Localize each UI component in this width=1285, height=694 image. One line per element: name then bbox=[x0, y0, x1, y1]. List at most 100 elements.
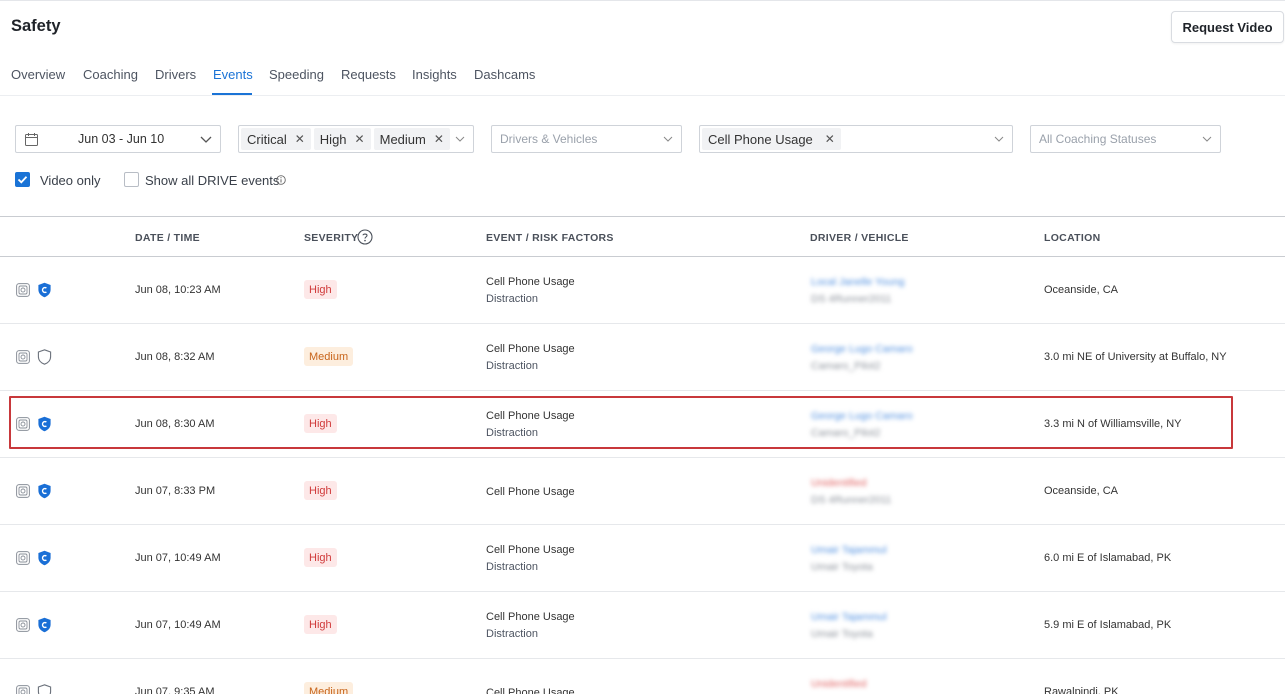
column-date-time[interactable]: DATE / TIME bbox=[135, 232, 200, 244]
severity-filter[interactable]: Critical ✕ High ✕ Medium ✕ bbox=[238, 125, 474, 153]
camera-icon[interactable] bbox=[16, 417, 30, 431]
severity-badge: High bbox=[304, 548, 337, 567]
table-row[interactable]: Jun 07, 9:35 AM Medium Cell Phone Usage Uni… bbox=[0, 659, 1285, 694]
show-drive-events-checkbox[interactable] bbox=[124, 172, 139, 187]
coached-shield-icon[interactable] bbox=[37, 483, 52, 499]
driver-name[interactable]: George Lugo Camaro bbox=[811, 410, 913, 422]
drivers-vehicles-placeholder: Drivers & Vehicles bbox=[500, 132, 598, 146]
coaching-status-filter[interactable]: All Coaching Statuses bbox=[1030, 125, 1221, 153]
remove-chip-icon[interactable]: ✕ bbox=[355, 132, 365, 146]
vehicle-name: DS 4Runner2011 bbox=[811, 293, 892, 305]
shield-outline-icon[interactable] bbox=[37, 349, 52, 365]
calendar-icon bbox=[25, 133, 38, 146]
video-only-checkbox[interactable] bbox=[15, 172, 30, 187]
date-range-picker[interactable]: Jun 03 - Jun 10 bbox=[15, 125, 221, 153]
event-location: Rawalpindi, PK bbox=[1044, 686, 1119, 694]
event-type: Cell Phone Usage bbox=[486, 611, 575, 623]
table-row[interactable]: Jun 08, 10:23 AM High Cell Phone Usage Dist… bbox=[0, 257, 1285, 324]
column-location: LOCATION bbox=[1044, 232, 1101, 244]
event-chip-cell-phone: Cell Phone Usage ✕ bbox=[702, 128, 841, 150]
video-only-label: Video only bbox=[40, 173, 101, 188]
risk-factor: Distraction bbox=[486, 628, 538, 640]
camera-icon[interactable] bbox=[16, 551, 30, 565]
shield-outline-icon[interactable] bbox=[37, 684, 52, 694]
event-location: 3.0 mi NE of University at Buffalo, NY bbox=[1044, 351, 1227, 363]
driver-name[interactable]: Unidentified bbox=[811, 678, 866, 690]
tab-dashcams[interactable]: Dashcams bbox=[474, 67, 535, 82]
event-location: 3.3 mi N of Williamsville, NY bbox=[1044, 418, 1182, 430]
chip-label: Cell Phone Usage bbox=[708, 131, 813, 147]
remove-chip-icon[interactable]: ✕ bbox=[434, 132, 444, 146]
tab-coaching[interactable]: Coaching bbox=[83, 67, 138, 82]
coached-shield-icon[interactable] bbox=[37, 550, 52, 566]
coached-shield-icon[interactable] bbox=[37, 416, 52, 432]
event-type-filter[interactable]: Cell Phone Usage ✕ bbox=[699, 125, 1013, 153]
driver-name[interactable]: Unidentified bbox=[811, 477, 866, 489]
event-type: Cell Phone Usage bbox=[486, 343, 575, 355]
driver-name[interactable]: Umair Tajammul bbox=[811, 611, 887, 623]
event-date-time: Jun 08, 8:30 AM bbox=[135, 418, 215, 430]
chevron-down-icon[interactable] bbox=[200, 133, 212, 145]
table-row[interactable]: Jun 07, 10:49 AM High Cell Phone Usage Dist… bbox=[0, 592, 1285, 659]
driver-name[interactable]: George Lugo Camaro bbox=[811, 343, 913, 355]
chevron-down-icon[interactable] bbox=[663, 134, 673, 144]
coached-shield-icon[interactable] bbox=[37, 617, 52, 633]
table-row[interactable]: Jun 07, 10:49 AM High Cell Phone Usage Dist… bbox=[0, 525, 1285, 592]
camera-icon[interactable] bbox=[16, 685, 30, 694]
severity-badge: High bbox=[304, 280, 337, 299]
chip-label: Critical bbox=[247, 131, 287, 147]
help-icon[interactable] bbox=[357, 229, 373, 245]
chip-label: High bbox=[319, 131, 347, 147]
event-location: Oceanside, CA bbox=[1044, 284, 1118, 296]
risk-factor: Distraction bbox=[486, 427, 538, 439]
column-event-risk: EVENT / RISK FACTORS bbox=[486, 232, 614, 244]
camera-icon[interactable] bbox=[16, 350, 30, 364]
tab-requests[interactable]: Requests bbox=[341, 67, 396, 82]
request-video-button[interactable]: Request Video bbox=[1171, 11, 1284, 43]
date-range-value: Jun 03 - Jun 10 bbox=[78, 132, 165, 146]
event-date-time: Jun 07, 10:49 AM bbox=[135, 552, 221, 564]
info-icon[interactable] bbox=[276, 175, 286, 185]
camera-icon[interactable] bbox=[16, 283, 30, 297]
column-severity[interactable]: SEVERITY bbox=[304, 232, 358, 244]
table-row[interactable]: Jun 08, 8:32 AM Medium Cell Phone Usage Dis… bbox=[0, 324, 1285, 391]
event-type: Cell Phone Usage bbox=[486, 486, 575, 498]
tab-events[interactable]: Events bbox=[213, 67, 253, 82]
risk-factor: Distraction bbox=[486, 293, 538, 305]
coached-shield-icon[interactable] bbox=[37, 282, 52, 298]
coaching-status-placeholder: All Coaching Statuses bbox=[1039, 132, 1157, 146]
severity-badge: High bbox=[304, 414, 337, 433]
camera-icon[interactable] bbox=[16, 618, 30, 632]
tab-insights[interactable]: Insights bbox=[412, 67, 457, 82]
page-title: Safety bbox=[11, 17, 61, 35]
driver-name[interactable]: Umair Tajammul bbox=[811, 544, 887, 556]
severity-chip-medium: Medium ✕ bbox=[373, 128, 450, 150]
chevron-down-icon[interactable] bbox=[455, 134, 465, 144]
active-tab-indicator bbox=[212, 93, 252, 95]
remove-chip-icon[interactable]: ✕ bbox=[825, 132, 835, 146]
chevron-down-icon[interactable] bbox=[1202, 134, 1212, 144]
event-type: Cell Phone Usage bbox=[486, 687, 575, 694]
table-header: DATE / TIME SEVERITY EVENT / RISK FACTOR… bbox=[0, 217, 1285, 257]
table-row[interactable]: Jun 08, 8:30 AM High Cell Phone Usage Distr… bbox=[0, 391, 1285, 458]
risk-factor: Distraction bbox=[486, 561, 538, 573]
vehicle-name: Camaro_Pilot2 bbox=[811, 427, 881, 439]
tab-drivers[interactable]: Drivers bbox=[155, 67, 196, 82]
event-date-time: Jun 08, 10:23 AM bbox=[135, 284, 221, 296]
chevron-down-icon[interactable] bbox=[994, 134, 1004, 144]
severity-chip-critical: Critical ✕ bbox=[241, 128, 311, 150]
severity-badge: High bbox=[304, 481, 337, 500]
event-location: Oceanside, CA bbox=[1044, 485, 1118, 497]
top-border bbox=[0, 0, 1285, 1]
table-row[interactable]: Jun 07, 8:33 PM High Cell Phone Usage Unide… bbox=[0, 458, 1285, 525]
remove-chip-icon[interactable]: ✕ bbox=[295, 132, 305, 146]
severity-badge: Medium bbox=[304, 682, 354, 694]
tab-overview[interactable]: Overview bbox=[11, 67, 65, 82]
camera-icon[interactable] bbox=[16, 484, 30, 498]
event-type: Cell Phone Usage bbox=[486, 544, 575, 556]
driver-name[interactable]: Local Janelle Young bbox=[811, 276, 904, 288]
tab-speeding[interactable]: Speeding bbox=[269, 67, 324, 82]
drivers-vehicles-filter[interactable]: Drivers & Vehicles bbox=[491, 125, 682, 153]
show-drive-events-label: Show all DRIVE events bbox=[145, 173, 280, 188]
severity-badge: Medium bbox=[304, 347, 354, 366]
